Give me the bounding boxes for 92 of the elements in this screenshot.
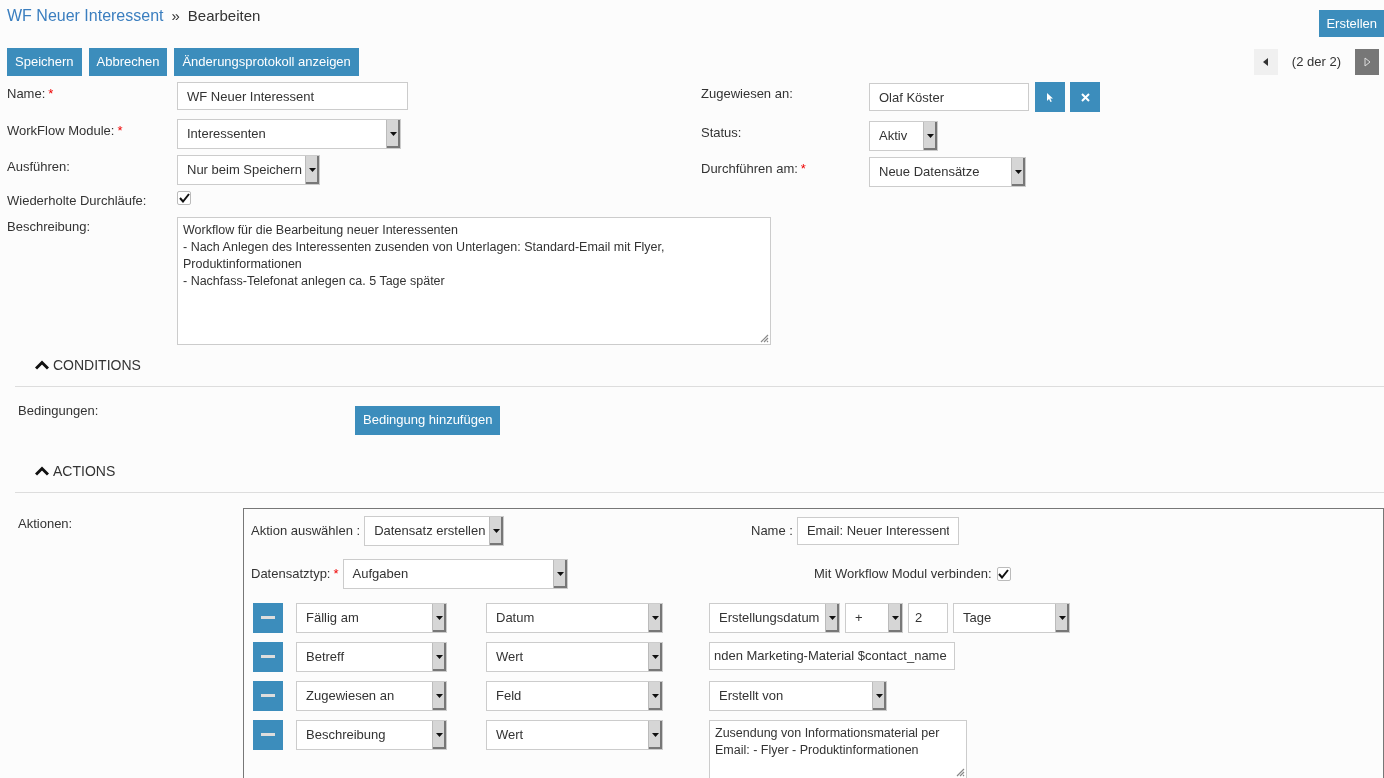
dropdown[interactable]: Tage [953,602,1070,633]
dropdown[interactable]: Erstellungsdatum [709,602,840,633]
text-area[interactable]: Zusendung von Informationsmaterial per Email: - Flyer - Produktinformationen [709,719,967,778]
required-mark: * [48,85,54,103]
check-icon [998,568,1009,579]
toolbar-button[interactable]: Änderungsprotokoll anzeigen [174,48,359,76]
dropdown[interactable]: Feld [486,680,663,711]
dropdown[interactable]: Erstellt von [709,680,887,711]
caret-icon [436,615,443,620]
field-label: Status: [701,124,742,142]
page-title: Bearbeiten [187,6,261,26]
checkbox[interactable] [996,566,1011,581]
dropdown[interactable]: Interessenten [177,119,401,149]
clear-button[interactable] [1070,82,1100,112]
resize-grip-icon [760,333,769,343]
required-mark: * [333,564,339,583]
caret-icon [652,732,659,737]
dropdown[interactable]: Nur beim Speichern [177,155,320,185]
field-label: Durchführen am: [701,160,798,178]
field-label: Datensatztyp: [251,564,331,583]
remove-button[interactable] [253,641,283,672]
caret-icon [390,132,397,136]
toolbar-button[interactable]: Abbrechen [88,48,168,76]
select-button[interactable] [1035,82,1065,112]
input-field[interactable]: WF Neuer Interessent [177,82,408,110]
caret-icon [652,693,659,698]
caret-icon [436,732,443,737]
caret-icon [652,654,659,659]
caret-icon [829,615,836,620]
field-label: Name : [751,521,793,540]
resize-grip-icon [956,767,965,777]
caret-icon [1015,170,1022,174]
close-icon [1080,92,1090,102]
caret-icon [493,528,501,533]
dropdown[interactable]: Datum [486,602,663,633]
dropdown[interactable]: Wert [486,719,663,750]
required-mark: * [117,122,123,140]
previous-button[interactable] [1253,49,1278,75]
input-field[interactable]: Olaf Köster [869,83,1029,111]
dropdown[interactable]: Wert [486,641,663,672]
input-field[interactable]: nden Marketing-Material $contact_name [709,641,955,670]
field-label: Wiederholte Durchläufe: [7,192,147,210]
caret-icon [652,615,659,620]
dropdown[interactable]: Zugewiesen an [296,680,447,711]
minus-icon [261,733,275,736]
dropdown[interactable]: Datensatz erstellen [364,515,505,546]
field-label: Ausführen: [7,158,70,176]
caret-icon [927,134,934,138]
caret-icon [436,654,443,659]
dropdown[interactable]: Fällig am [296,602,447,633]
dropdown[interactable]: Aufgaben [342,558,568,589]
section-title[interactable]: CONDITIONS [53,354,141,376]
input-field[interactable]: 2 [908,602,948,633]
add-condition-button[interactable]: Bedingung hinzufügen [355,405,501,435]
dropdown[interactable]: Beschreibung [296,719,447,750]
field-label: Aktion auswählen : [251,521,361,540]
create-button[interactable]: Erstellen [1319,10,1384,37]
toolbar-button[interactable]: Speichern [7,48,82,76]
caret-icon [556,571,564,576]
caret-icon [876,693,883,698]
dropdown[interactable]: Aktiv [869,121,938,151]
section-title[interactable]: ACTIONS [53,460,116,482]
remove-button[interactable] [253,602,283,633]
next-icon [1363,57,1371,67]
module-link[interactable]: WF Neuer Interessent [7,4,164,28]
breadcrumb-separator: » [171,6,180,26]
remove-button[interactable] [253,680,283,711]
minus-icon [261,694,275,697]
checkbox[interactable] [177,191,191,205]
caret-icon [436,693,443,698]
field-label: Zugewiesen an: [701,85,793,103]
required-mark: * [800,160,806,178]
field-label: Mit Workflow Modul verbinden: [814,564,992,583]
caret-icon [309,168,316,172]
field-label: Beschreibung: [7,217,91,236]
dropdown[interactable]: Neue Datensätze [869,157,1026,187]
field-label: Bedingungen: [18,401,100,420]
dropdown[interactable]: Betreff [296,641,447,672]
check-icon [178,193,190,203]
previous-icon [1262,57,1270,67]
field-label: WorkFlow Module: [7,122,115,140]
remove-button[interactable] [253,719,283,750]
minus-icon [261,616,275,619]
caret-icon [892,615,899,620]
field-label: Name: [7,85,46,103]
field-label: Aktionen: [18,515,73,531]
caret-icon [1059,615,1066,620]
cursor-icon [1046,92,1054,102]
dropdown[interactable]: + [845,602,903,633]
page-counter: (2 der 2) [1291,53,1341,72]
description-field[interactable]: Workflow für die Bearbeitung neuer Interessenten - Nach Anlegen des Interessenten zusenden von Unterlagen: Standard-Email mit Flyer, Produktinformationen - Nachfass-Telefonat anlegen ca. 5 Tage später [177,216,771,345]
minus-icon [261,655,275,658]
